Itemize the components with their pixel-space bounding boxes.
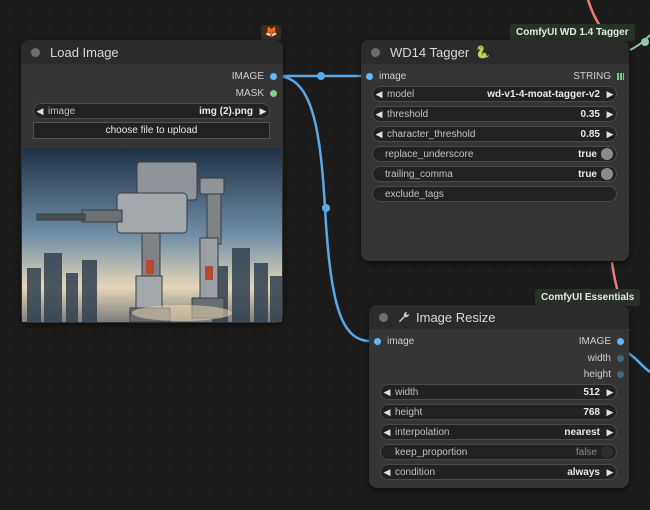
exclude-tags-field[interactable]: exclude_tags bbox=[372, 186, 617, 202]
widget-value: always bbox=[567, 466, 600, 478]
arrow-left-icon[interactable]: ◀ bbox=[34, 106, 46, 117]
output-dot-icon[interactable] bbox=[617, 354, 624, 362]
arrow-right-icon[interactable]: ▶ bbox=[604, 407, 616, 418]
model-combo-widget[interactable]: ◀ model wd-v1-4-moat-tagger-v2 ▶ bbox=[372, 86, 617, 102]
input-image-slot[interactable]: image bbox=[374, 334, 414, 348]
collapse-dot-icon[interactable] bbox=[379, 312, 388, 322]
arrow-right-icon[interactable]: ▶ bbox=[604, 89, 616, 100]
output-image-slot[interactable]: IMAGE bbox=[579, 334, 624, 348]
input-dot-icon[interactable] bbox=[374, 337, 381, 345]
widget-value: 512 bbox=[583, 386, 600, 398]
arrow-left-icon[interactable]: ◀ bbox=[381, 427, 393, 438]
image-resize-node[interactable]: Image Resize image IMAGE width height ◀ … bbox=[369, 305, 629, 488]
widget-value: false bbox=[575, 446, 597, 458]
image-preview bbox=[22, 148, 282, 322]
grid-output-icon[interactable] bbox=[617, 72, 624, 80]
widget-label: image bbox=[48, 105, 76, 117]
node-title: WD14 Tagger bbox=[390, 44, 470, 60]
tagger-source-badge: ComfyUI WD 1.4 Tagger bbox=[510, 24, 635, 41]
output-dot-icon[interactable] bbox=[270, 89, 277, 97]
widget-label: trailing_comma bbox=[385, 168, 453, 180]
output-label: height bbox=[583, 368, 611, 380]
output-mask-slot[interactable]: MASK bbox=[236, 86, 277, 100]
widget-value: true bbox=[578, 168, 597, 180]
widget-label: character_threshold bbox=[387, 128, 476, 140]
input-dot-icon[interactable] bbox=[366, 72, 373, 80]
wrench-icon bbox=[399, 311, 410, 322]
output-label: IMAGE bbox=[578, 335, 611, 347]
collapse-dot-icon[interactable] bbox=[371, 47, 380, 57]
collapse-dot-icon[interactable] bbox=[31, 47, 40, 57]
width-number-widget[interactable]: ◀ width 512 ▶ bbox=[380, 384, 617, 400]
keep-proportion-toggle[interactable]: keep_proportion false bbox=[380, 444, 617, 460]
widget-value: true bbox=[578, 148, 597, 160]
python-icon: 🐍 bbox=[475, 45, 491, 59]
arrow-left-icon[interactable]: ◀ bbox=[381, 387, 393, 398]
output-height-slot[interactable]: height bbox=[584, 367, 624, 381]
replace-underscore-toggle[interactable]: replace_underscore true bbox=[372, 146, 617, 162]
widget-label: replace_underscore bbox=[385, 148, 474, 160]
output-dot-icon[interactable] bbox=[270, 72, 277, 80]
resize-source-badge: ComfyUI Essentials bbox=[535, 289, 641, 306]
trailing-comma-toggle[interactable]: trailing_comma true bbox=[372, 166, 617, 182]
wd14-tagger-node[interactable]: WD14 Tagger 🐍 image STRING ◀ model wd-v1… bbox=[361, 40, 629, 261]
upload-button[interactable]: choose file to upload bbox=[33, 122, 270, 139]
input-label: image bbox=[387, 335, 415, 347]
toggle-knob-icon[interactable] bbox=[601, 148, 613, 160]
custom-node-badge: 🦊 bbox=[261, 25, 282, 40]
arrow-left-icon[interactable]: ◀ bbox=[373, 89, 385, 100]
arrow-right-icon[interactable]: ▶ bbox=[604, 387, 616, 398]
interpolation-combo-widget[interactable]: ◀ interpolation nearest ▶ bbox=[380, 424, 617, 440]
input-label: image bbox=[379, 70, 407, 82]
arrow-right-icon[interactable]: ▶ bbox=[604, 427, 616, 438]
node-title: Load Image bbox=[50, 44, 119, 60]
arrow-right-icon[interactable]: ▶ bbox=[604, 129, 616, 140]
toggle-knob-icon[interactable] bbox=[601, 168, 613, 180]
resize-title-bar[interactable]: Image Resize bbox=[369, 305, 629, 329]
load-image-node[interactable]: Load Image IMAGE MASK ◀ image img (2).pn… bbox=[21, 40, 283, 323]
widget-label: model bbox=[387, 88, 415, 100]
load-image-title-bar[interactable]: Load Image bbox=[21, 40, 283, 64]
output-label: MASK bbox=[235, 87, 264, 99]
tagger-title-bar[interactable]: WD14 Tagger 🐍 bbox=[361, 40, 629, 64]
output-label: IMAGE bbox=[231, 70, 264, 82]
widget-label: exclude_tags bbox=[385, 188, 444, 200]
widget-label: interpolation bbox=[395, 426, 450, 438]
character-threshold-widget[interactable]: ◀ character_threshold 0.85 ▶ bbox=[372, 126, 617, 142]
widget-value: 0.35 bbox=[580, 108, 600, 120]
output-dot-icon[interactable] bbox=[617, 337, 624, 345]
toggle-knob-icon[interactable] bbox=[601, 446, 613, 458]
threshold-number-widget[interactable]: ◀ threshold 0.35 ▶ bbox=[372, 106, 617, 122]
widget-label: width bbox=[395, 386, 419, 398]
widget-label: condition bbox=[395, 466, 436, 478]
widget-value: wd-v1-4-moat-tagger-v2 bbox=[487, 88, 600, 100]
image-combo-widget[interactable]: ◀ image img (2).png ▶ bbox=[33, 103, 270, 119]
arrow-left-icon[interactable]: ◀ bbox=[381, 467, 393, 478]
output-dot-icon[interactable] bbox=[617, 370, 624, 378]
widget-label: threshold bbox=[387, 108, 429, 120]
output-label: STRING bbox=[573, 70, 611, 82]
arrow-right-icon[interactable]: ▶ bbox=[604, 109, 616, 120]
robot-preview-image bbox=[22, 148, 282, 322]
widget-value: nearest bbox=[564, 426, 600, 438]
arrow-left-icon[interactable]: ◀ bbox=[381, 407, 393, 418]
output-width-slot[interactable]: width bbox=[588, 351, 624, 365]
output-string-slot[interactable]: STRING bbox=[573, 69, 624, 83]
widget-label: keep_proportion bbox=[395, 446, 468, 458]
arrow-right-icon[interactable]: ▶ bbox=[604, 467, 616, 478]
arrow-left-icon[interactable]: ◀ bbox=[373, 129, 385, 140]
input-image-slot[interactable]: image bbox=[366, 69, 406, 83]
widget-label: height bbox=[395, 406, 423, 418]
widget-value: 0.85 bbox=[580, 128, 600, 140]
arrow-right-icon[interactable]: ▶ bbox=[257, 106, 269, 117]
node-title: Image Resize bbox=[416, 309, 496, 325]
output-image-slot[interactable]: IMAGE bbox=[232, 69, 277, 83]
arrow-left-icon[interactable]: ◀ bbox=[373, 109, 385, 120]
height-number-widget[interactable]: ◀ height 768 ▶ bbox=[380, 404, 617, 420]
widget-value: 768 bbox=[583, 406, 600, 418]
widget-value: img (2).png bbox=[199, 105, 253, 117]
condition-combo-widget[interactable]: ◀ condition always ▶ bbox=[380, 464, 617, 480]
output-label: width bbox=[587, 352, 611, 364]
